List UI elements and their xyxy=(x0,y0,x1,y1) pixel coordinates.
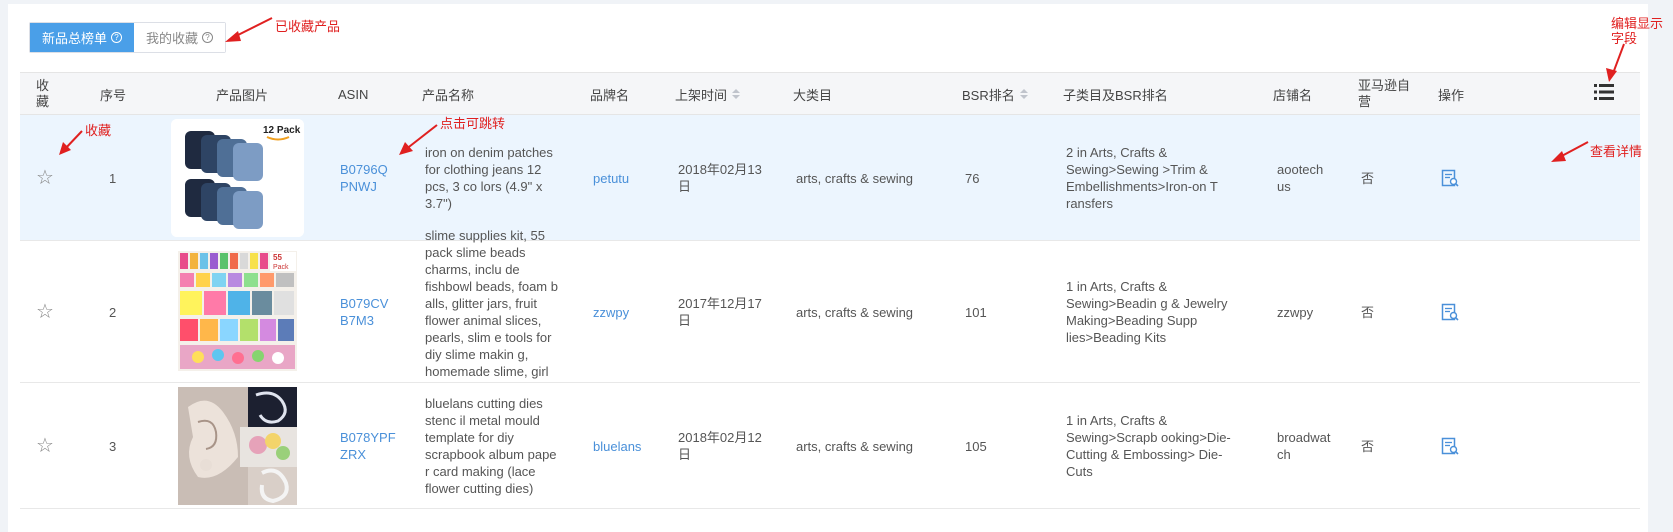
brand-link[interactable]: bluelans xyxy=(593,383,641,509)
col-image: 产品图片 xyxy=(216,87,269,103)
table-row: ☆ 2 55 Pack B079CV B7M3 pack slime beads… xyxy=(20,228,1640,396)
amazon-self: 否 xyxy=(1361,438,1375,454)
category: arts, crafts & sewing xyxy=(796,304,914,320)
col-amazon: 亚马逊自 营 xyxy=(1358,78,1411,109)
col-store: 店铺名 xyxy=(1273,87,1313,103)
asin-link[interactable]: B078YPF ZRX xyxy=(340,383,400,509)
bsr-rank: 101 xyxy=(965,304,987,320)
launch-date: 2018年02月12 日 xyxy=(678,430,762,462)
category: arts, crafts & sewing xyxy=(796,170,914,186)
store-name: aootech us xyxy=(1277,162,1324,194)
help-icon[interactable]: ? xyxy=(111,32,123,43)
amazon-self: 否 xyxy=(1361,170,1375,186)
list-icon[interactable] xyxy=(1594,83,1614,101)
tab-my-favorites[interactable]: 我的收藏 ? xyxy=(134,23,226,52)
col-subcat: 子类目及BSR排名 xyxy=(1063,87,1168,103)
row-index: 3 xyxy=(109,438,117,454)
category: arts, crafts & sewing xyxy=(796,438,914,454)
tab-new-products[interactable]: 新品总榜单 ? xyxy=(30,23,135,52)
view-detail-icon[interactable] xyxy=(1441,115,1459,241)
store-name: broadwat ch xyxy=(1277,430,1331,462)
list-tabs: 新品总榜单 ? 我的收藏 ? xyxy=(29,22,227,53)
view-detail-icon[interactable] xyxy=(1441,383,1459,509)
sort-icon[interactable] xyxy=(1019,89,1028,99)
amazon-self: 否 xyxy=(1361,304,1375,320)
favorite-star-icon[interactable]: ☆ xyxy=(36,383,54,509)
products-table: 收 藏 序号 产品图片 ASIN 产品名称 品牌名 上架时间 大类目 BSR排名… xyxy=(20,72,1640,509)
product-image[interactable]: 12 Pack xyxy=(171,119,304,237)
asin-link[interactable]: B0796Q PNWJ xyxy=(340,115,400,241)
annotation-view-detail: 查看详情 xyxy=(1590,144,1643,159)
annotation-arrow-icon xyxy=(225,17,273,42)
view-detail-icon[interactable] xyxy=(1441,241,1459,383)
table-row: ☆ 3 B078YPF ZRX bluelans cutting dies st xyxy=(20,383,1640,509)
subcategory-rank: 1 in Arts, Crafts & Sewing>Scrapb ooking… xyxy=(1066,413,1231,479)
brand-link[interactable]: zzwpy xyxy=(593,241,629,383)
annotation-arrow-icon xyxy=(1551,141,1589,162)
launch-date: 2017年12月17 日 xyxy=(678,296,762,328)
annotation-arrow-icon xyxy=(59,130,83,155)
sort-icon[interactable] xyxy=(732,89,741,99)
col-date: 上架时间 xyxy=(675,87,728,103)
annotation-click-jump: 点击可跳转 xyxy=(440,116,506,131)
product-name: iron on denim patches for clothing jeans… xyxy=(425,145,553,211)
image-badge-sub: Pack xyxy=(273,264,289,271)
col-category: 大类目 xyxy=(793,87,833,103)
annotation-arrow-icon xyxy=(399,124,438,155)
image-badge: 12 Pack xyxy=(263,125,301,136)
row-index: 2 xyxy=(109,304,117,320)
table-row: ☆ 1 12 Pack B0796Q PNWJ iron on denim pa… xyxy=(20,115,1640,241)
favorite-star-icon[interactable]: ☆ xyxy=(36,115,54,241)
annotation-favorite: 收藏 xyxy=(85,123,112,138)
col-date-header[interactable]: 上架时间 xyxy=(675,73,741,115)
table-header: 收 藏 序号 产品图片 ASIN 产品名称 品牌名 上架时间 大类目 BSR排名… xyxy=(20,73,1640,115)
product-name: slime supplies kit, 55 pack slime beads … xyxy=(425,228,558,396)
col-index: 序号 xyxy=(100,87,127,103)
col-name: 产品名称 xyxy=(422,87,475,103)
col-bsr-header[interactable]: BSR排名 xyxy=(962,73,1028,115)
image-badge: 55 xyxy=(273,253,282,262)
annotation-favorited: 已收藏产品 xyxy=(275,19,341,34)
product-image[interactable] xyxy=(178,387,297,505)
product-name: bluelans cutting dies stenc il metal mou… xyxy=(425,396,557,496)
product-image[interactable]: 55 Pack xyxy=(178,251,297,371)
brand-link[interactable]: petutu xyxy=(593,115,629,241)
bsr-rank: 76 xyxy=(965,170,980,186)
content-panel: 新品总榜单 ? 我的收藏 ? 收 藏 序号 产品图片 ASIN 产品名称 品牌名… xyxy=(8,4,1648,532)
subcategory-rank: 1 in Arts, Crafts & Sewing>Beadin g & Je… xyxy=(1066,279,1228,345)
tab-new-products-label: 新品总榜单 xyxy=(42,31,108,46)
slime-kit-image: 55 Pack xyxy=(178,251,297,371)
col-fav: 收 藏 xyxy=(36,78,50,109)
launch-date: 2018年02月13 日 xyxy=(678,162,762,194)
col-asin: ASIN xyxy=(338,86,369,102)
help-icon[interactable]: ? xyxy=(202,32,214,43)
col-ops: 操作 xyxy=(1438,87,1465,103)
store-name: zzwpy xyxy=(1277,304,1314,320)
col-bsr: BSR排名 xyxy=(962,87,1015,103)
favorite-star-icon[interactable]: ☆ xyxy=(36,241,54,383)
denim-patches-image: 12 Pack xyxy=(171,119,304,237)
asin-link[interactable]: B079CV B7M3 xyxy=(340,241,400,383)
annotation-arrow-icon xyxy=(1606,43,1625,82)
subcategory-rank: 2 in Arts, Crafts & Sewing>Sewing >Trim … xyxy=(1066,145,1218,211)
cutting-dies-image xyxy=(178,387,297,505)
bsr-rank: 105 xyxy=(965,438,987,454)
tab-my-favorites-label: 我的收藏 xyxy=(146,31,199,46)
col-brand: 品牌名 xyxy=(590,87,630,103)
